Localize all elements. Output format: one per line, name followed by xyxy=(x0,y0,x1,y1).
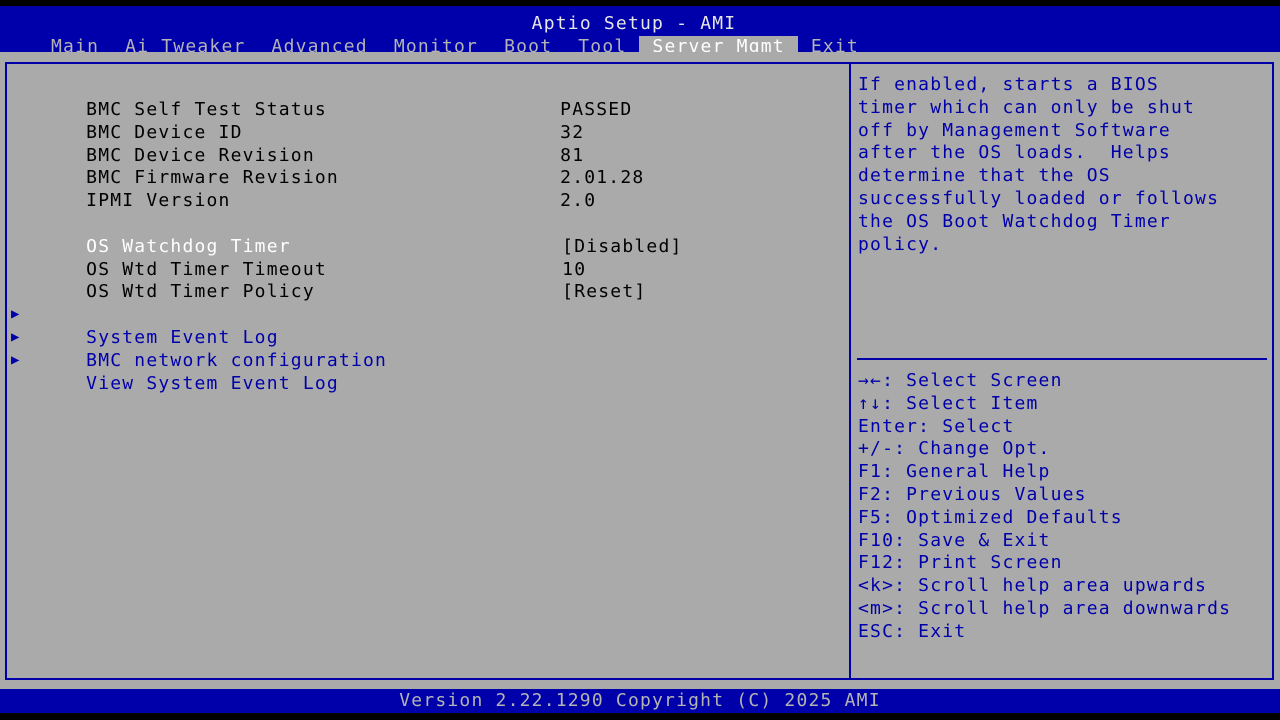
key-hint: +/-: Change Opt. xyxy=(858,438,1051,460)
help-line: off by Management Software xyxy=(858,119,1171,141)
setting-value: 2.0 xyxy=(512,166,596,211)
setting-label: OS Wtd Timer Policy xyxy=(86,281,315,302)
submenu-arrow-icon: ▶ xyxy=(11,306,21,322)
key-legend: →←: Select Screen ↑↓: Select Item Enter:… xyxy=(858,370,1231,644)
help-line: successfully loaded or follows xyxy=(858,187,1220,209)
help-line: the OS Boot Watchdog Timer xyxy=(858,210,1171,232)
top-bar: Aptio Setup - AMI Main Ai Tweaker Advanc… xyxy=(0,6,1280,58)
os-wtd-policy-option[interactable]: [Reset] xyxy=(514,257,646,302)
setting-value: PASSED xyxy=(512,75,632,120)
setting-row: BMC Device Revision xyxy=(38,121,315,166)
version-text: Version 2.22.1290 Copyright (C) 2025 AMI xyxy=(399,690,881,711)
footer-bar: Version 2.22.1290 Copyright (C) 2025 AMI xyxy=(0,689,1280,713)
key-hint: F10: Save & Exit xyxy=(858,529,1051,551)
key-hint: ESC: Exit xyxy=(858,620,967,642)
help-line: after the OS loads. Helps xyxy=(858,142,1171,164)
submenu-arrow-icon: ▶ xyxy=(11,329,21,345)
os-watchdog-timer-option[interactable]: [Disabled] xyxy=(514,212,683,257)
setting-row: IPMI Version xyxy=(38,166,231,211)
setting-value: 2.01.28 xyxy=(512,143,644,188)
setting-row: BMC Device ID xyxy=(38,98,243,143)
submenu-bmc-network-configuration[interactable]: BMC network configuration xyxy=(38,326,387,371)
submenu-view-system-event-log[interactable]: View System Event Log xyxy=(38,349,339,394)
help-divider xyxy=(857,358,1267,360)
bios-title: Aptio Setup - AMI xyxy=(531,13,737,34)
submenu-label: View System Event Log xyxy=(86,373,339,394)
ipmi-version-value: 2.0 xyxy=(560,190,597,211)
vertical-divider xyxy=(849,62,851,680)
help-line: determine that the OS xyxy=(858,165,1111,187)
os-wtd-policy-row[interactable]: OS Wtd Timer Policy xyxy=(38,257,315,302)
main-panel: BMC Self Test Status PASSED BMC Device I… xyxy=(0,52,1280,689)
key-hint: Enter: Select xyxy=(858,415,1015,437)
os-wtd-timeout-field[interactable]: 10 xyxy=(514,235,586,280)
key-hint: →←: Select Screen xyxy=(858,370,1063,391)
setting-row: BMC Firmware Revision xyxy=(38,143,339,188)
help-line: policy. xyxy=(858,233,943,255)
help-line: If enabled, starts a BIOS xyxy=(858,74,1159,95)
key-hint: F2: Previous Values xyxy=(858,483,1087,505)
os-watchdog-timer-row[interactable]: OS Watchdog Timer xyxy=(38,212,291,257)
submenu-system-event-log[interactable]: System Event Log xyxy=(38,303,279,348)
help-line: timer which can only be shut xyxy=(858,96,1196,118)
key-hint: F1: General Help xyxy=(858,461,1051,483)
key-hint: F12: Print Screen xyxy=(858,552,1063,574)
setting-value: 32 xyxy=(512,98,584,143)
os-wtd-timeout-row[interactable]: OS Wtd Timer Timeout xyxy=(38,235,327,280)
help-text: If enabled, starts a BIOS timer which ca… xyxy=(858,74,1258,256)
setting-label: IPMI Version xyxy=(86,190,231,211)
setting-value: [Reset] xyxy=(562,281,647,302)
key-hint: <k>: Scroll help area upwards xyxy=(858,575,1208,597)
key-hint: ↑↓: Select Item xyxy=(858,392,1039,414)
key-hint: F5: Optimized Defaults xyxy=(858,506,1123,528)
submenu-arrow-icon: ▶ xyxy=(11,352,21,368)
setting-row: BMC Self Test Status xyxy=(38,75,327,120)
key-hint: <m>: Scroll help area downwards xyxy=(858,597,1232,619)
setting-value: 81 xyxy=(512,121,584,166)
